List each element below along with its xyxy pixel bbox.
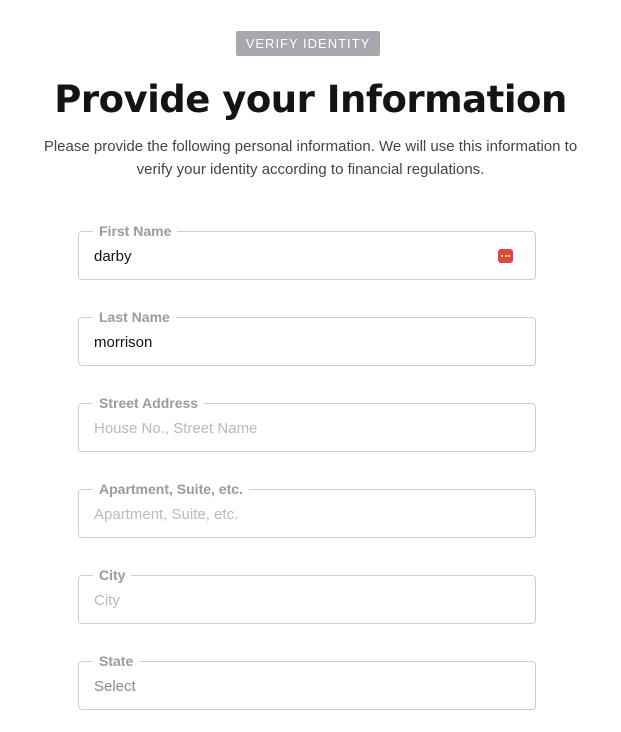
verify-identity-badge: VERIFY IDENTITY [236,31,380,56]
state-select[interactable]: State Select [78,653,536,710]
street-address-label: Street Address [93,395,205,411]
apartment-label: Apartment, Suite, etc. [93,481,249,497]
last-name-label: Last Name [93,309,176,325]
page-title: Provide your Information [54,78,567,121]
apartment-field[interactable]: Apartment, Suite, etc. [78,481,536,538]
city-input[interactable] [94,592,494,610]
first-name-input[interactable] [94,248,494,266]
apartment-input[interactable] [94,506,494,524]
last-name-field[interactable]: Last Name [78,309,536,366]
password-manager-icon[interactable] [498,249,513,263]
first-name-field[interactable]: First Name [78,223,536,280]
intro-text: Please provide the following personal in… [43,138,578,178]
street-address-input[interactable] [94,420,494,438]
city-field[interactable]: City [78,567,536,624]
first-name-label: First Name [93,223,178,239]
street-address-field[interactable]: Street Address [78,395,536,452]
state-label: State [93,653,140,669]
state-select-value: Select [94,678,136,695]
city-label: City [93,567,132,583]
verify-identity-page: VERIFY IDENTITY Provide your Information… [0,0,621,732]
last-name-input[interactable] [94,334,494,352]
